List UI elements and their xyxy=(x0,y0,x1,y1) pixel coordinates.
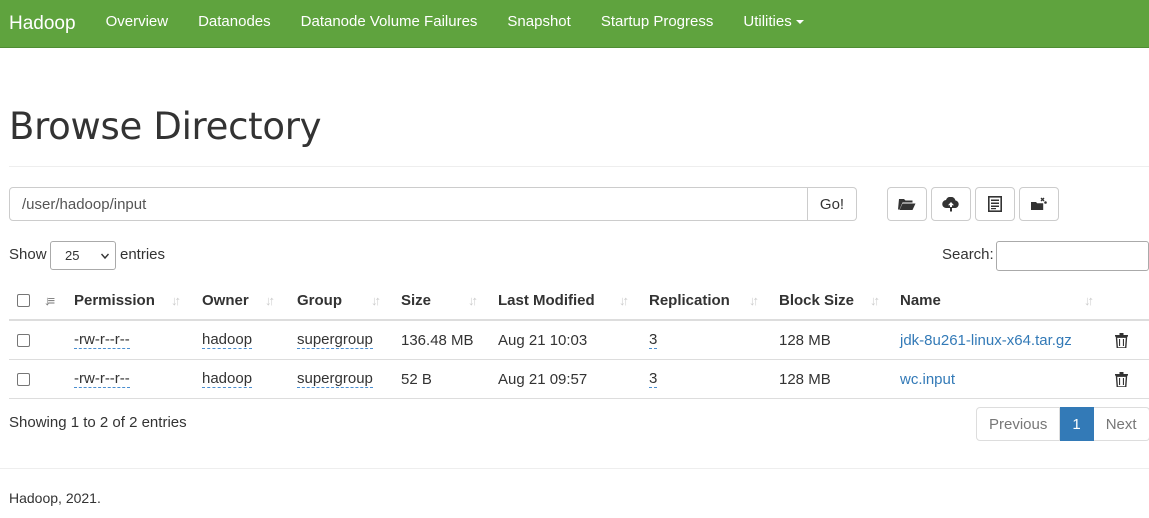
table-header-row: ↓≡ Permission ↓↑ Owner ↓↑ Group ↓↑ Size … xyxy=(9,282,1149,321)
nav-utilities-dropdown[interactable]: Utilities xyxy=(728,0,818,48)
table-info: Showing 1 to 2 of 2 entries xyxy=(9,414,187,431)
previous-page-button[interactable]: Previous xyxy=(976,407,1061,441)
sort-icon: ↓↑ xyxy=(619,293,629,308)
sort-desc-icon[interactable]: ↓≡ xyxy=(44,293,55,308)
page-size-select[interactable]: 25 xyxy=(50,241,116,270)
create-directory-button[interactable] xyxy=(887,187,927,221)
trash-icon xyxy=(1115,371,1128,387)
sort-icon: ↓↑ xyxy=(749,293,759,308)
row-checkbox[interactable] xyxy=(17,333,30,347)
table-row: -rw-r--r-- hadoop supergroup 136.48 MB A… xyxy=(9,321,1149,360)
page-size-value: 25 xyxy=(65,248,80,263)
sort-icon: ↓↑ xyxy=(371,293,381,308)
search-label: Search: xyxy=(942,246,994,263)
header-owner[interactable]: Owner xyxy=(202,282,249,319)
block-size-value: 128 MB xyxy=(779,331,831,349)
go-button[interactable]: Go! xyxy=(808,187,857,221)
size-value: 52 B xyxy=(401,370,432,388)
navbar: Hadoop Overview Datanodes Datanode Volum… xyxy=(0,0,1149,48)
permission-value[interactable]: -rw-r--r-- xyxy=(74,370,130,388)
next-page-button[interactable]: Next xyxy=(1093,407,1149,441)
permission-cell: -rw-r--r-- xyxy=(74,321,130,359)
caret-down-icon xyxy=(795,19,804,24)
show-label: Show xyxy=(9,246,47,263)
replication-value[interactable]: 3 xyxy=(649,370,658,388)
owner-cell: hadoop xyxy=(202,321,253,359)
delete-button[interactable] xyxy=(1115,321,1128,359)
header-size[interactable]: Size xyxy=(401,282,431,319)
page-title: Browse Directory xyxy=(9,105,322,148)
row-select-cell xyxy=(17,360,30,398)
toolbar-buttons xyxy=(887,187,1059,221)
table-row: -rw-r--r-- hadoop supergroup 52 B Aug 21… xyxy=(9,360,1149,399)
delete-button[interactable] xyxy=(1115,360,1128,398)
file-name-link[interactable]: jdk-8u261-linux-x64.tar.gz xyxy=(900,321,1072,359)
row-select-cell xyxy=(17,321,30,359)
title-divider xyxy=(9,166,1149,167)
replication-cell: 3 xyxy=(649,360,658,398)
search-input[interactable] xyxy=(996,241,1149,271)
owner-cell: hadoop xyxy=(202,360,253,398)
view-list-button[interactable] xyxy=(975,187,1015,221)
header-group[interactable]: Group xyxy=(297,282,342,319)
chevron-down-icon xyxy=(101,253,109,260)
select-all-cell xyxy=(17,282,30,319)
nav-datanode-volume-failures[interactable]: Datanode Volume Failures xyxy=(286,0,493,48)
block-size-value: 128 MB xyxy=(779,370,831,388)
row-checkbox[interactable] xyxy=(17,372,30,386)
nav-datanodes[interactable]: Datanodes xyxy=(183,0,286,48)
nav-snapshot[interactable]: Snapshot xyxy=(492,0,585,48)
header-permission[interactable]: Permission xyxy=(74,282,155,319)
modified-value: Aug 21 09:57 xyxy=(498,370,588,388)
nav-startup-progress[interactable]: Startup Progress xyxy=(586,0,729,48)
path-input-group: Go! xyxy=(9,187,857,221)
group-value[interactable]: supergroup xyxy=(297,331,373,349)
page-1-button[interactable]: 1 xyxy=(1060,407,1094,441)
owner-value[interactable]: hadoop xyxy=(202,331,253,349)
group-cell: supergroup xyxy=(297,321,373,359)
nav-utilities-label: Utilities xyxy=(743,12,792,30)
sort-icon: ↓↑ xyxy=(1084,293,1094,308)
entries-label: entries xyxy=(120,246,166,263)
permission-value[interactable]: -rw-r--r-- xyxy=(74,331,130,349)
upload-files-button[interactable] xyxy=(931,187,971,221)
cut-paste-button[interactable] xyxy=(1019,187,1059,221)
folder-open-icon xyxy=(898,199,916,210)
header-name[interactable]: Name xyxy=(900,282,941,319)
owner-value[interactable]: hadoop xyxy=(202,370,253,388)
modified-value: Aug 21 10:03 xyxy=(498,331,588,349)
header-block-size[interactable]: Block Size xyxy=(779,282,854,319)
replication-value[interactable]: 3 xyxy=(649,331,658,349)
sort-icon: ↓↑ xyxy=(171,293,181,308)
list-icon xyxy=(988,196,1002,212)
brand-link[interactable]: Hadoop xyxy=(9,13,76,35)
nav-overview[interactable]: Overview xyxy=(91,0,184,48)
group-cell: supergroup xyxy=(297,360,373,398)
cut-paste-icon xyxy=(1031,197,1047,210)
header-replication[interactable]: Replication xyxy=(649,282,730,319)
directory-path-input[interactable] xyxy=(9,187,808,221)
permission-cell: -rw-r--r-- xyxy=(74,360,130,398)
trash-icon xyxy=(1115,332,1128,348)
sort-icon: ↓↑ xyxy=(870,293,880,308)
cloud-upload-icon xyxy=(942,196,959,211)
footer-divider xyxy=(0,468,1149,469)
file-name-link[interactable]: wc.input xyxy=(900,360,955,398)
pagination: Previous 1 Next xyxy=(976,407,1149,441)
header-last-modified[interactable]: Last Modified xyxy=(498,282,595,319)
sort-icon: ↓↑ xyxy=(265,293,275,308)
replication-cell: 3 xyxy=(649,321,658,359)
group-value[interactable]: supergroup xyxy=(297,370,373,388)
size-value: 136.48 MB xyxy=(401,331,474,349)
select-all-checkbox[interactable] xyxy=(17,294,30,307)
footer-text: Hadoop, 2021. xyxy=(9,490,101,506)
sort-icon: ↓↑ xyxy=(468,293,478,308)
